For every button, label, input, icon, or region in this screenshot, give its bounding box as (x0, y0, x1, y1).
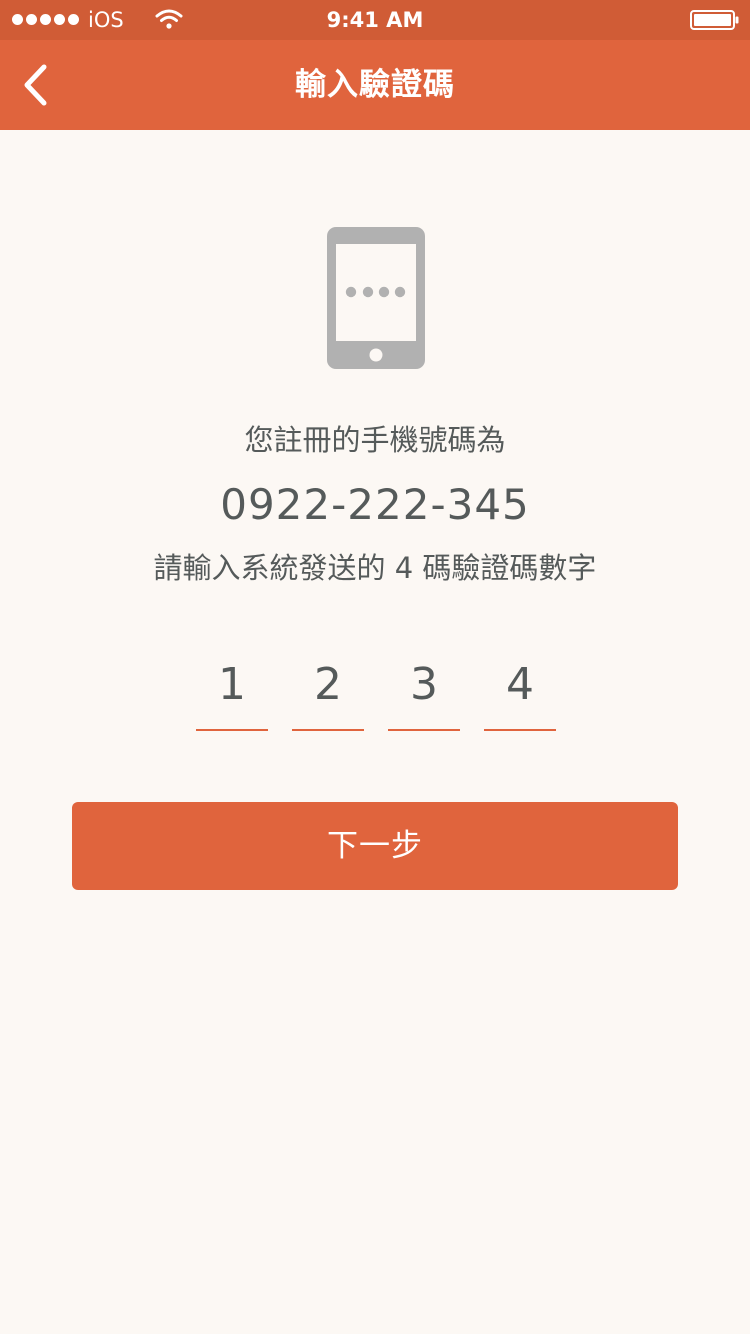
page-title: 輸入驗證碼 (295, 67, 455, 103)
status-bar: iOS 9:41 AM (0, 0, 750, 40)
smartphone-icon (327, 227, 425, 369)
instruction-text: 請輸入系統發送的 4 碼驗證碼數字 (153, 551, 597, 585)
code-digit-2[interactable]: 2 (292, 655, 364, 731)
navigation-bar: 輸入驗證碼 (0, 40, 750, 130)
code-digit-1[interactable]: 1 (196, 655, 268, 731)
battery-icon (690, 10, 739, 30)
next-button[interactable]: 下一步 (72, 802, 678, 890)
registered-phone-label: 您註冊的手機號碼為 (244, 423, 506, 457)
status-time: 9:41 AM (326, 8, 424, 32)
phone-number: 0922-222-345 (220, 480, 530, 529)
code-digit-4[interactable]: 4 (484, 655, 556, 731)
code-digit-3[interactable]: 3 (388, 655, 460, 731)
